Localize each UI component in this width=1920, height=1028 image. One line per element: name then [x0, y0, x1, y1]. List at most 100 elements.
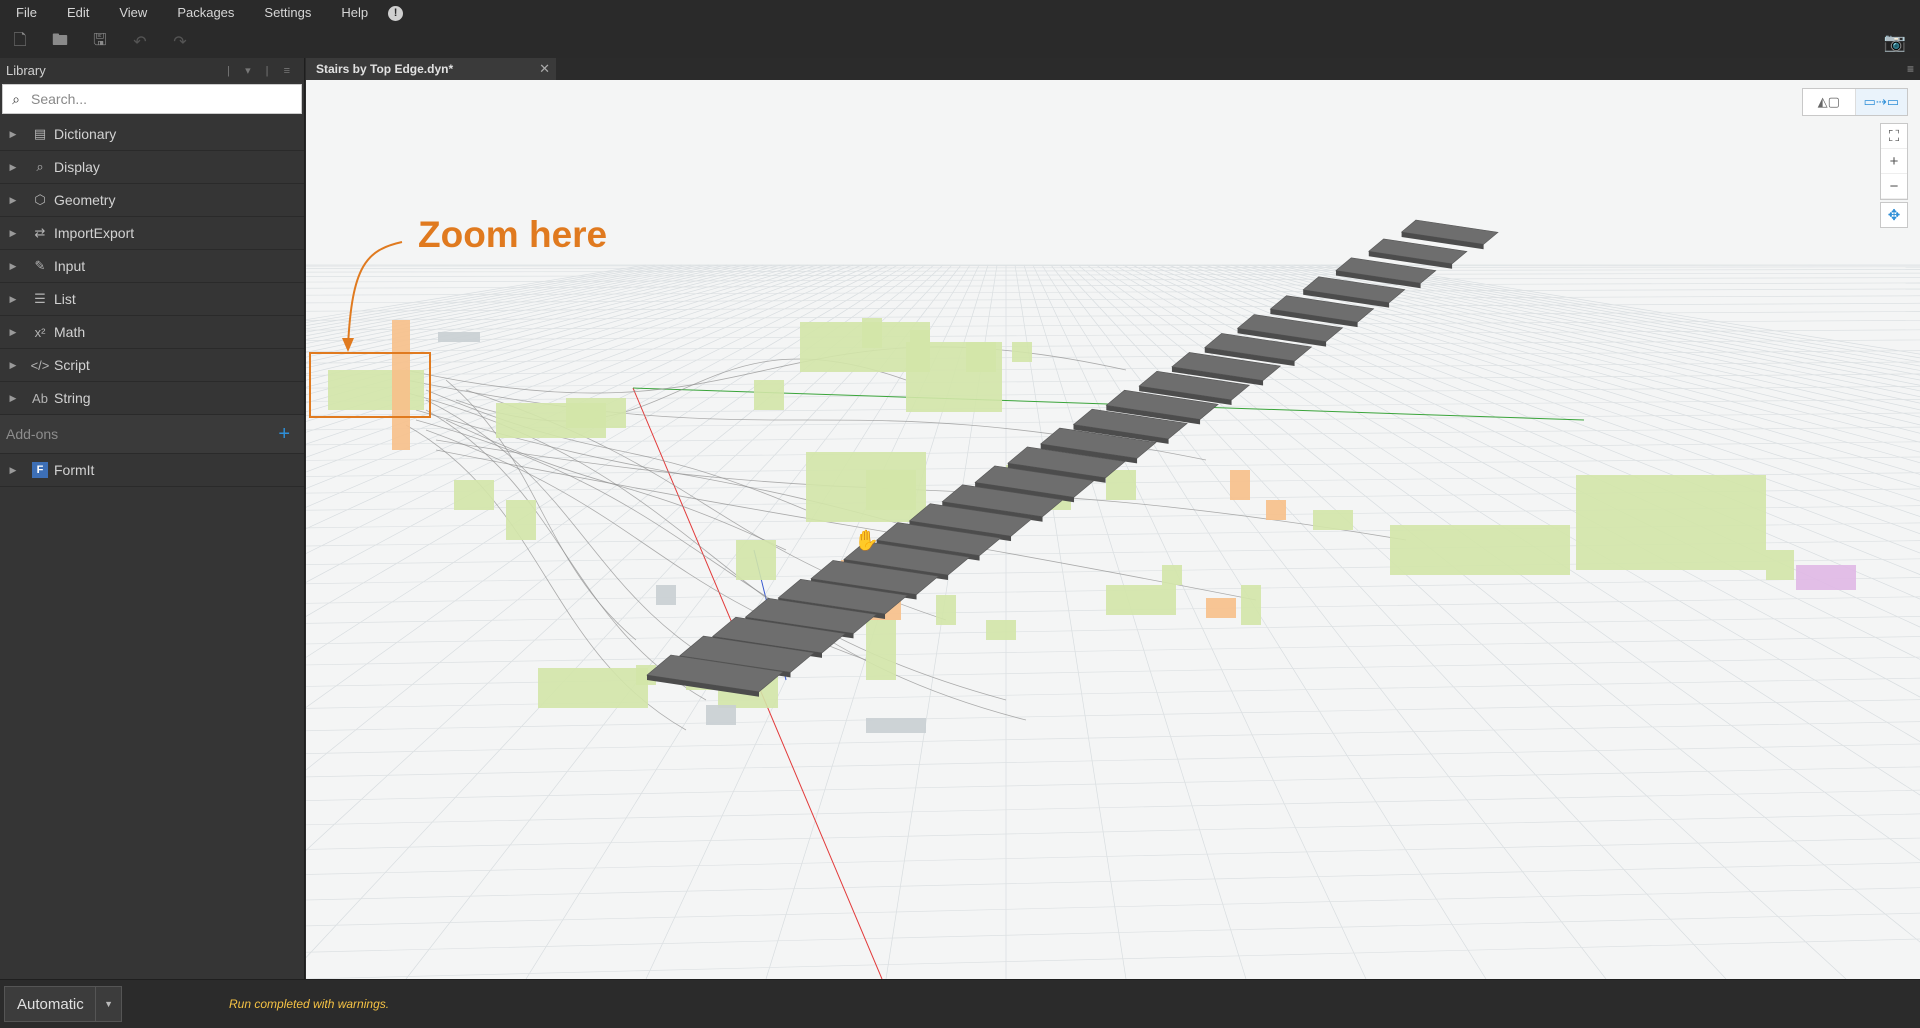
formit-icon: F [32, 462, 48, 478]
menu-file[interactable]: File [0, 0, 51, 26]
annotation-arrowhead [342, 338, 354, 352]
expand-triangle-icon[interactable]: ▶ [0, 294, 26, 305]
library-item-label: FormIt [54, 462, 95, 478]
expand-triangle-icon[interactable]: ▶ [0, 465, 26, 476]
library-panel: Library | ▾ | ≡ ⌕ ▶▤Dictionary▶⌕Display▶… [0, 58, 305, 979]
library-filter-icon[interactable]: | ▾ | ≡ [227, 64, 296, 77]
node-group [656, 585, 676, 605]
node-group [866, 718, 926, 733]
addon-list: ▶ F FormIt [0, 454, 304, 487]
chevron-down-icon: ▼ [95, 986, 113, 1022]
tab-bar: Stairs by Top Edge.dyn* ✕ ≡ [306, 58, 1920, 80]
zoom-in-icon[interactable]: + [1881, 149, 1907, 174]
menu-help[interactable]: Help [325, 0, 382, 26]
expand-triangle-icon[interactable]: ▶ [0, 261, 26, 272]
expand-triangle-icon[interactable]: ▶ [0, 228, 26, 239]
expand-triangle-icon[interactable]: ▶ [0, 195, 26, 206]
menu-edit[interactable]: Edit [51, 0, 103, 26]
library-item-label: Geometry [54, 192, 116, 208]
toolbar: 🗋 🖿 🖫 ↶ ↷ 📷 [0, 26, 1920, 58]
view-toggle: ◭▢ ▭⇢▭ [1802, 88, 1908, 116]
node-group [1106, 585, 1176, 615]
add-icon[interactable]: + [278, 423, 290, 446]
expand-triangle-icon[interactable]: ▶ [0, 327, 26, 338]
library-item-dictionary[interactable]: ▶ ▤ Dictionary [0, 118, 304, 151]
run-status-message: Run completed with warnings. [229, 997, 390, 1011]
library-item-math[interactable]: ▶ x² Math [0, 316, 304, 349]
expand-triangle-icon[interactable]: ▶ [0, 129, 26, 140]
arrows-icon: ⇄ [34, 225, 46, 240]
tab-menu-icon[interactable]: ≡ [1907, 62, 1914, 76]
node-group [538, 668, 648, 708]
expand-triangle-icon[interactable]: ▶ [0, 162, 26, 173]
magnifier-icon: ⌕ [36, 159, 44, 174]
library-item-importexport[interactable]: ▶ ⇄ ImportExport [0, 217, 304, 250]
status-bar: Automatic ▼ Run completed with warnings. [0, 979, 1920, 1028]
background-preview-icon[interactable]: ◭▢ [1803, 89, 1856, 115]
new-file-icon[interactable]: 🗋 [0, 26, 40, 58]
dictionary-icon: ▤ [33, 126, 47, 141]
camera-icon[interactable]: 📷 [1884, 26, 1906, 58]
hand-cursor-icon: ✋ [854, 530, 879, 552]
addons-label: Add-ons [6, 426, 59, 442]
zoom-controls: ⛶ + − [1880, 123, 1908, 200]
node-group [1206, 598, 1236, 618]
node-group [1241, 585, 1261, 625]
run-mode-value: Automatic [17, 995, 84, 1013]
node-group [438, 332, 480, 342]
node-group [736, 540, 776, 580]
library-title: Library [6, 62, 46, 78]
node-group [1012, 342, 1032, 362]
alert-icon[interactable]: ! [388, 5, 404, 21]
node-group [1162, 565, 1182, 585]
tab-title: Stairs by Top Edge.dyn* [316, 62, 454, 76]
library-item-label: ImportExport [54, 225, 135, 241]
library-search: ⌕ [2, 84, 302, 114]
open-folder-icon[interactable]: 🖿 [40, 26, 80, 58]
node-group [506, 500, 536, 540]
pan-icon[interactable]: ✥ [1880, 202, 1908, 228]
library-item-label: Display [54, 159, 100, 175]
library-item-string[interactable]: ▶ Ab String [0, 382, 304, 415]
library-item-script[interactable]: ▶ </> Script [0, 349, 304, 382]
graph-view-icon[interactable]: ▭⇢▭ [1855, 89, 1907, 115]
library-item-geometry[interactable]: ▶ ⬡ Geometry [0, 184, 304, 217]
node-group [1390, 525, 1570, 575]
expand-triangle-icon[interactable]: ▶ [0, 393, 26, 404]
menu-settings[interactable]: Settings [248, 0, 325, 26]
menu-view[interactable]: View [103, 0, 161, 26]
node-group [754, 380, 784, 410]
library-item-display[interactable]: ▶ ⌕ Display [0, 151, 304, 184]
undo-icon[interactable]: ↶ [120, 26, 160, 58]
library-item-label: Math [54, 324, 86, 340]
tab-workspace[interactable]: Stairs by Top Edge.dyn* ✕ [306, 58, 556, 80]
save-icon[interactable]: 🖫 [80, 26, 120, 58]
menu-bar: File Edit View Packages Settings Help ! [0, 0, 1920, 26]
library-item-list[interactable]: ▶ ☰ List [0, 283, 304, 316]
expand-triangle-icon[interactable]: ▶ [0, 360, 26, 371]
node-group [392, 320, 410, 450]
library-item-input[interactable]: ▶ ✎ Input [0, 250, 304, 283]
pencil-icon: ✎ [34, 258, 46, 273]
run-mode-dropdown[interactable]: Automatic ▼ [4, 986, 122, 1022]
library-header: Library | ▾ | ≡ [0, 58, 304, 82]
library-categories: ▶ ▤ Dictionary ▶ ⌕ Display ▶ ⬡ Geometry ▶ ⇄ ImportE… [0, 118, 304, 415]
node-group [1796, 565, 1856, 590]
list-icon: ☰ [34, 291, 46, 306]
ground-grid [306, 264, 1920, 979]
library-item-label: Script [54, 357, 90, 373]
fit-view-icon[interactable]: ⛶ [1881, 124, 1907, 149]
search-input[interactable] [29, 90, 301, 108]
library-item-formit[interactable]: ▶ F FormIt [0, 454, 304, 487]
workspace-canvas[interactable]: Zoom here ✋ ◭▢ ▭⇢▭ ⛶ + − ✥ [306, 80, 1920, 979]
node-wire [445, 419, 787, 551]
close-icon[interactable]: ✕ [539, 61, 550, 77]
node-group [706, 705, 736, 725]
cube-icon: ⬡ [34, 192, 46, 207]
menu-packages[interactable]: Packages [161, 0, 248, 26]
redo-icon[interactable]: ↷ [160, 26, 200, 58]
node-group [454, 480, 494, 510]
node-group [1266, 500, 1286, 520]
node-groups [328, 318, 1856, 733]
zoom-out-icon[interactable]: − [1881, 174, 1907, 199]
